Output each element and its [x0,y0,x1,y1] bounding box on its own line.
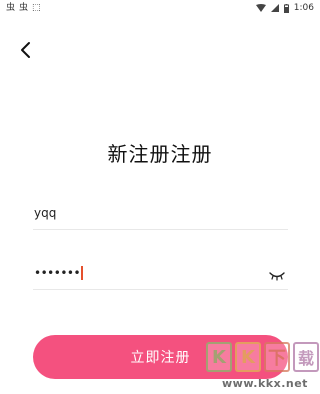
battery-icon [283,3,289,13]
password-input-content: ••••••• [34,265,84,281]
username-value: yqq [34,206,57,220]
notification-icon-3: ⬚ [32,3,41,13]
watermark-char: 载 [293,342,319,372]
notification-icon-1: 虫 [6,3,16,13]
notification-icon-2: 虫 [19,3,29,13]
register-button[interactable]: 立即注册 [33,335,288,379]
back-button[interactable] [14,38,36,62]
register-button-label: 立即注册 [130,350,191,366]
page-title: 新注册注册 [107,142,213,166]
status-time: 1:06 [293,3,314,13]
status-system-icons: 1:06 [255,3,314,13]
wifi-icon [255,4,266,12]
password-visibility-toggle[interactable] [268,267,286,281]
username-field[interactable]: yqq [33,199,288,230]
status-notifications: 虫 虫 ⬚ [6,3,41,13]
password-value: ••••••• [34,266,81,280]
password-field[interactable]: ••••••• [33,259,288,290]
status-bar: 虫 虫 ⬚ 1:06 [0,0,320,18]
eye-closed-icon [269,272,285,281]
chevron-left-icon [21,42,30,58]
text-caret [81,265,84,280]
signal-icon [270,4,279,12]
